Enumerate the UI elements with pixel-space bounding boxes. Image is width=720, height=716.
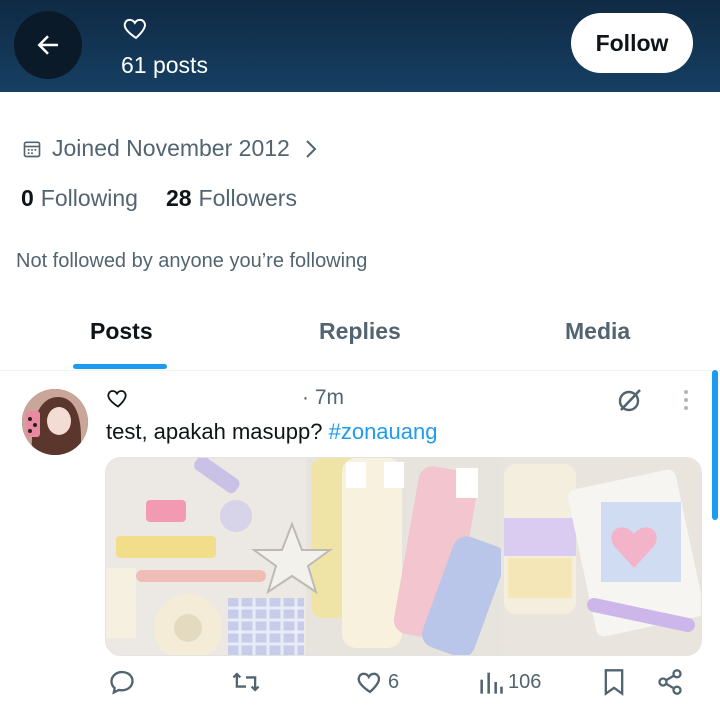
following-link[interactable]: 0 Following bbox=[21, 185, 138, 212]
chevron-right-icon bbox=[306, 139, 317, 158]
reply-button[interactable] bbox=[108, 668, 136, 696]
back-button[interactable] bbox=[14, 11, 82, 79]
joined-date[interactable]: Joined November 2012 bbox=[22, 135, 318, 162]
posts-count: 61 posts bbox=[121, 52, 208, 78]
heart-icon bbox=[107, 390, 127, 408]
bookmark-button[interactable] bbox=[602, 668, 626, 696]
share-button[interactable] bbox=[656, 668, 684, 696]
hashtag-link[interactable]: #zonauang bbox=[329, 419, 438, 444]
avatar[interactable] bbox=[22, 389, 88, 455]
not-followed-note: Not followed by anyone you’re following bbox=[16, 250, 368, 272]
profile-tabs: Posts Replies Media bbox=[0, 300, 720, 371]
like-icon bbox=[357, 672, 381, 694]
back-arrow-icon bbox=[37, 35, 58, 55]
retweet-icon bbox=[232, 672, 260, 692]
reply-icon bbox=[110, 670, 134, 695]
calendar-icon bbox=[23, 141, 41, 157]
views-count: 106 bbox=[508, 670, 542, 693]
follow-counts: 0 Following 28 Followers bbox=[21, 185, 297, 212]
tab-replies[interactable]: Replies bbox=[319, 318, 401, 345]
joined-label: Joined November 2012 bbox=[52, 135, 290, 161]
tweet-body: test, apakah masupp? bbox=[106, 419, 329, 444]
profile-header: 61 posts Follow bbox=[0, 0, 720, 92]
followers-label: Followers bbox=[198, 185, 297, 211]
views-icon bbox=[480, 672, 503, 694]
tweet-actions: 6 106 bbox=[0, 668, 720, 708]
tab-posts[interactable]: Posts bbox=[90, 318, 153, 345]
heart-icon bbox=[123, 18, 146, 40]
following-count: 0 bbox=[21, 185, 34, 211]
following-label: Following bbox=[40, 185, 138, 211]
active-tab-indicator bbox=[73, 364, 167, 369]
followers-count: 28 bbox=[165, 185, 192, 211]
share-icon bbox=[658, 669, 682, 695]
retweet-button[interactable] bbox=[230, 668, 262, 696]
like-count: 6 bbox=[388, 670, 400, 693]
more-icon[interactable] bbox=[676, 388, 696, 412]
bookmark-icon bbox=[604, 669, 624, 696]
like-button[interactable]: 6 bbox=[356, 668, 399, 696]
grok-icon[interactable] bbox=[616, 386, 644, 414]
tweet-media-image[interactable] bbox=[105, 457, 702, 656]
tweet-time[interactable]: · 7m bbox=[302, 386, 344, 410]
avatar-image bbox=[22, 389, 88, 455]
stationery-photo bbox=[106, 458, 701, 655]
followers-link[interactable]: 28 Followers bbox=[166, 185, 297, 212]
scrollbar[interactable] bbox=[712, 370, 718, 520]
tab-media[interactable]: Media bbox=[565, 318, 630, 345]
tweet-text: test, apakah masupp? #zonauang bbox=[106, 419, 437, 445]
views-button[interactable]: 106 bbox=[478, 668, 541, 696]
follow-button[interactable]: Follow bbox=[571, 13, 693, 73]
